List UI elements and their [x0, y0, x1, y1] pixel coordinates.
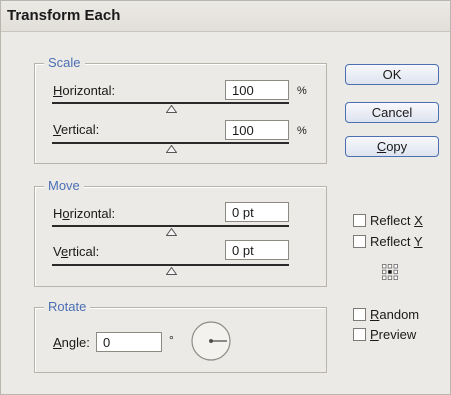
scale-legend: Scale: [44, 55, 85, 71]
angle-mnemonic: A: [53, 335, 62, 350]
move-horizontal-slider-track[interactable]: [52, 225, 289, 227]
scale-vertical-slider-track[interactable]: [52, 142, 289, 144]
preview-label-rest: review: [378, 327, 417, 342]
title-bar[interactable]: Transform Each: [1, 1, 450, 32]
reference-point-selected: [388, 270, 392, 274]
rotate-legend: Rotate: [44, 299, 91, 315]
copy-mnemonic: C: [376, 139, 387, 154]
random-label-rest: andom: [379, 307, 420, 322]
angle-input[interactable]: [96, 332, 162, 352]
scale-horizontal-slider-track[interactable]: [52, 102, 289, 104]
move-horizontal-mnemonic: o: [62, 206, 70, 221]
move-horizontal-label-start: H: [53, 206, 63, 221]
move-legend: Move: [44, 178, 84, 194]
scale-horizontal-unit: %: [297, 85, 307, 97]
preview-label[interactable]: Preview: [370, 327, 416, 342]
scale-horizontal-input[interactable]: [225, 80, 289, 100]
angle-label-rest: ngle:: [61, 335, 90, 350]
move-vertical-slider-track[interactable]: [52, 264, 289, 266]
reflect-y-checkbox[interactable]: [353, 235, 366, 248]
scale-horizontal-label: Horizontal:: [53, 83, 115, 99]
move-vertical-label-rest: rtical:: [68, 244, 100, 259]
cancel-button[interactable]: Cancel: [345, 102, 439, 123]
random-label[interactable]: Random: [370, 307, 419, 322]
rotation-dial[interactable]: [190, 320, 232, 367]
move-vertical-label: Vertical:: [53, 244, 99, 260]
transform-each-dialog: Transform Each Scale Horizontal: % Verti…: [0, 0, 451, 395]
scale-vertical-label: Vertical:: [53, 122, 99, 138]
move-vertical-input[interactable]: [225, 240, 289, 260]
reflect-x-label-start: Reflect: [370, 213, 415, 228]
move-horizontal-input[interactable]: [225, 202, 289, 222]
move-vertical-label-start: V: [53, 244, 61, 259]
move-horizontal-label: Horizontal:: [53, 206, 115, 222]
reflect-x-checkbox[interactable]: [353, 214, 366, 227]
reflect-y-label[interactable]: Reflect Y: [370, 234, 423, 249]
reflect-y-label-start: Reflect: [370, 234, 414, 249]
scale-group: Scale: [34, 55, 327, 164]
copy-label-rest: opy: [386, 139, 408, 154]
dialog-title: Transform Each: [7, 7, 121, 24]
degree-symbol: °: [169, 333, 174, 347]
scale-vertical-input[interactable]: [225, 120, 289, 140]
scale-horizontal-mnemonic: H: [53, 83, 63, 98]
angle-label: Angle:: [53, 335, 90, 351]
random-checkbox[interactable]: [353, 308, 366, 321]
reflect-x-mnemonic: X: [414, 213, 423, 228]
scale-vertical-label-rest: ertical:: [60, 122, 100, 137]
reference-point-locator[interactable]: [382, 264, 398, 285]
random-mnemonic: R: [370, 307, 380, 322]
scale-vertical-unit: %: [297, 125, 307, 137]
copy-button[interactable]: Copy: [345, 136, 439, 157]
preview-mnemonic: P: [370, 327, 379, 342]
scale-vertical-mnemonic: V: [53, 122, 61, 137]
scale-horizontal-label-rest: orizontal:: [62, 83, 116, 98]
preview-checkbox[interactable]: [353, 328, 366, 341]
reflect-y-mnemonic: Y: [413, 234, 423, 249]
reflect-x-label[interactable]: Reflect X: [370, 213, 423, 228]
move-horizontal-label-rest: rizontal:: [69, 206, 116, 221]
ok-button[interactable]: OK: [345, 64, 439, 85]
